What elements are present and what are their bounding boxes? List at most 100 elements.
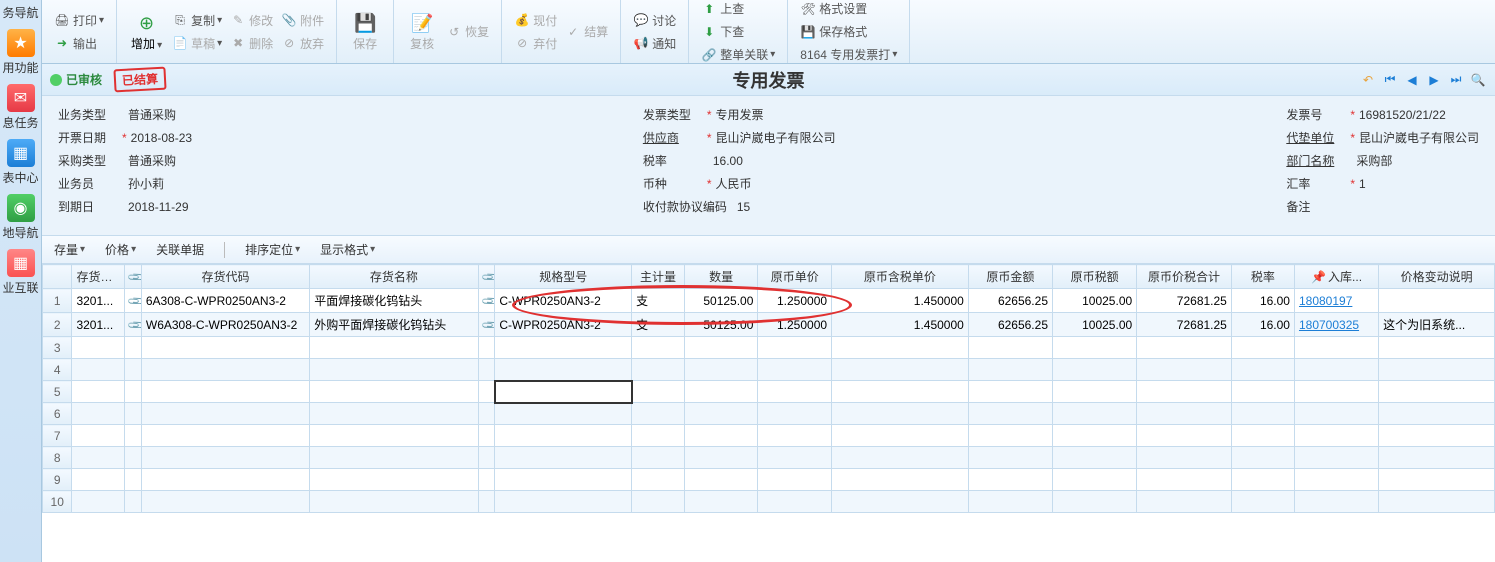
col-taxrate[interactable]: 税率	[1231, 265, 1294, 289]
empty-cell[interactable]	[1137, 359, 1232, 381]
sortpos-button[interactable]: 排序定位▾	[241, 239, 304, 260]
empty-cell[interactable]	[310, 469, 478, 491]
save-button[interactable]: 💾 保存	[345, 9, 385, 54]
cell-invname[interactable]: 平面焊接碳化钨钻头	[310, 289, 478, 313]
empty-cell[interactable]	[1231, 359, 1294, 381]
empty-cell[interactable]	[72, 469, 125, 491]
form-value[interactable]: 2018-11-29	[128, 200, 189, 214]
empty-cell[interactable]	[968, 337, 1052, 359]
empty-cell[interactable]	[141, 447, 309, 469]
empty-cell[interactable]	[632, 359, 685, 381]
price-button[interactable]: 价格▾	[101, 239, 140, 260]
empty-cell[interactable]	[758, 469, 832, 491]
restore-button[interactable]: ↺ 恢复	[442, 21, 493, 42]
empty-cell[interactable]	[141, 337, 309, 359]
form-value[interactable]: 昆山沪崴电子有限公司	[716, 129, 836, 146]
empty-cell[interactable]	[495, 359, 632, 381]
empty-cell[interactable]	[1379, 469, 1495, 491]
empty-cell[interactable]	[1053, 337, 1137, 359]
form-value[interactable]: 1	[1359, 177, 1366, 191]
table-row[interactable]: 6	[43, 403, 1495, 425]
col-taxamt[interactable]: 原币税额	[1053, 265, 1137, 289]
empty-cell[interactable]	[478, 491, 495, 513]
sidebar-item-func[interactable]: ★ 用功能	[0, 25, 41, 80]
empty-cell[interactable]	[125, 447, 142, 469]
empty-cell[interactable]	[1294, 403, 1378, 425]
inventory-button[interactable]: 存量▾	[50, 239, 89, 260]
empty-cell[interactable]	[1379, 337, 1495, 359]
cell-uprice[interactable]: 1.250000	[758, 313, 832, 337]
empty-cell[interactable]	[125, 381, 142, 403]
attach-button[interactable]: 📎 附件	[277, 10, 328, 31]
empty-cell[interactable]	[968, 469, 1052, 491]
empty-cell[interactable]	[758, 447, 832, 469]
prev-button[interactable]: ◀	[1403, 71, 1421, 89]
empty-cell[interactable]	[1231, 403, 1294, 425]
table-row[interactable]: 5	[43, 381, 1495, 403]
empty-cell[interactable]	[832, 381, 969, 403]
cell-taxuprice[interactable]: 1.450000	[832, 313, 969, 337]
empty-cell[interactable]	[125, 469, 142, 491]
sidebar-item-task[interactable]: ✉ 息任务	[0, 80, 41, 135]
last-button[interactable]: ⏭	[1447, 71, 1465, 89]
col-clip2[interactable]: 📎	[478, 265, 495, 289]
assoc-button[interactable]: 🔗 整单关联▾	[697, 44, 779, 65]
settle-button[interactable]: ✓ 结算	[561, 21, 612, 42]
modify-button[interactable]: ✎ 修改	[226, 10, 277, 31]
search-button[interactable]: 🔍	[1469, 71, 1487, 89]
cell-amount[interactable]: 62656.25	[968, 289, 1052, 313]
empty-cell[interactable]	[758, 403, 832, 425]
form-value[interactable]: 2018-08-23	[131, 131, 192, 145]
cell-taxamt[interactable]: 10025.00	[1053, 289, 1137, 313]
empty-cell[interactable]	[632, 491, 685, 513]
empty-cell[interactable]	[832, 469, 969, 491]
empty-cell[interactable]	[684, 381, 758, 403]
empty-cell[interactable]	[758, 425, 832, 447]
sidebar-item-net[interactable]: ▦ 业互联	[0, 245, 41, 300]
sidebar-item-map[interactable]: ◉ 地导航	[0, 190, 41, 245]
empty-cell[interactable]	[141, 491, 309, 513]
empty-cell[interactable]	[632, 337, 685, 359]
empty-cell[interactable]	[968, 425, 1052, 447]
empty-cell[interactable]	[1379, 425, 1495, 447]
empty-cell[interactable]	[832, 359, 969, 381]
empty-cell[interactable]	[968, 491, 1052, 513]
empty-cell[interactable]	[495, 491, 632, 513]
form-value[interactable]: 15	[737, 200, 750, 214]
empty-cell[interactable]	[684, 469, 758, 491]
empty-cell[interactable]	[495, 469, 632, 491]
cell-uprice[interactable]: 1.250000	[758, 289, 832, 313]
cell-instock[interactable]: 180700325	[1294, 313, 1378, 337]
table-row[interactable]: 7	[43, 425, 1495, 447]
empty-cell[interactable]	[125, 403, 142, 425]
empty-cell[interactable]	[495, 425, 632, 447]
empty-cell[interactable]	[1294, 337, 1378, 359]
form-value[interactable]: 16981520/21/22	[1359, 108, 1446, 122]
cell-clip[interactable]: 📎	[125, 289, 142, 313]
empty-cell[interactable]	[968, 403, 1052, 425]
copy-button[interactable]: ⎘ 复制▾	[168, 10, 226, 31]
empty-cell[interactable]	[495, 403, 632, 425]
empty-cell[interactable]	[1379, 447, 1495, 469]
empty-cell[interactable]	[1137, 337, 1232, 359]
empty-cell[interactable]	[1137, 381, 1232, 403]
empty-cell[interactable]	[1137, 425, 1232, 447]
export-button[interactable]: ➜ 输出	[50, 33, 108, 54]
cell-qty[interactable]: 50125.00	[684, 313, 758, 337]
empty-cell[interactable]	[1379, 381, 1495, 403]
empty-cell[interactable]	[1137, 469, 1232, 491]
format-button[interactable]: 🛠 格式设置	[796, 0, 901, 19]
abandon-button[interactable]: ⊘ 放弃	[277, 33, 328, 54]
empty-cell[interactable]	[310, 425, 478, 447]
form-value[interactable]: 专用发票	[716, 106, 764, 123]
empty-cell[interactable]	[495, 337, 632, 359]
draft-button[interactable]: 📄 草稿▾	[168, 33, 226, 54]
cell-total[interactable]: 72681.25	[1137, 313, 1232, 337]
empty-cell[interactable]	[125, 359, 142, 381]
empty-cell[interactable]	[1231, 381, 1294, 403]
empty-cell[interactable]	[1053, 447, 1137, 469]
upcheck-button[interactable]: ⬆ 上查	[697, 0, 779, 19]
empty-cell[interactable]	[832, 337, 969, 359]
discard-button[interactable]: ⊘ 弃付	[510, 33, 561, 54]
cell-taxamt[interactable]: 10025.00	[1053, 313, 1137, 337]
